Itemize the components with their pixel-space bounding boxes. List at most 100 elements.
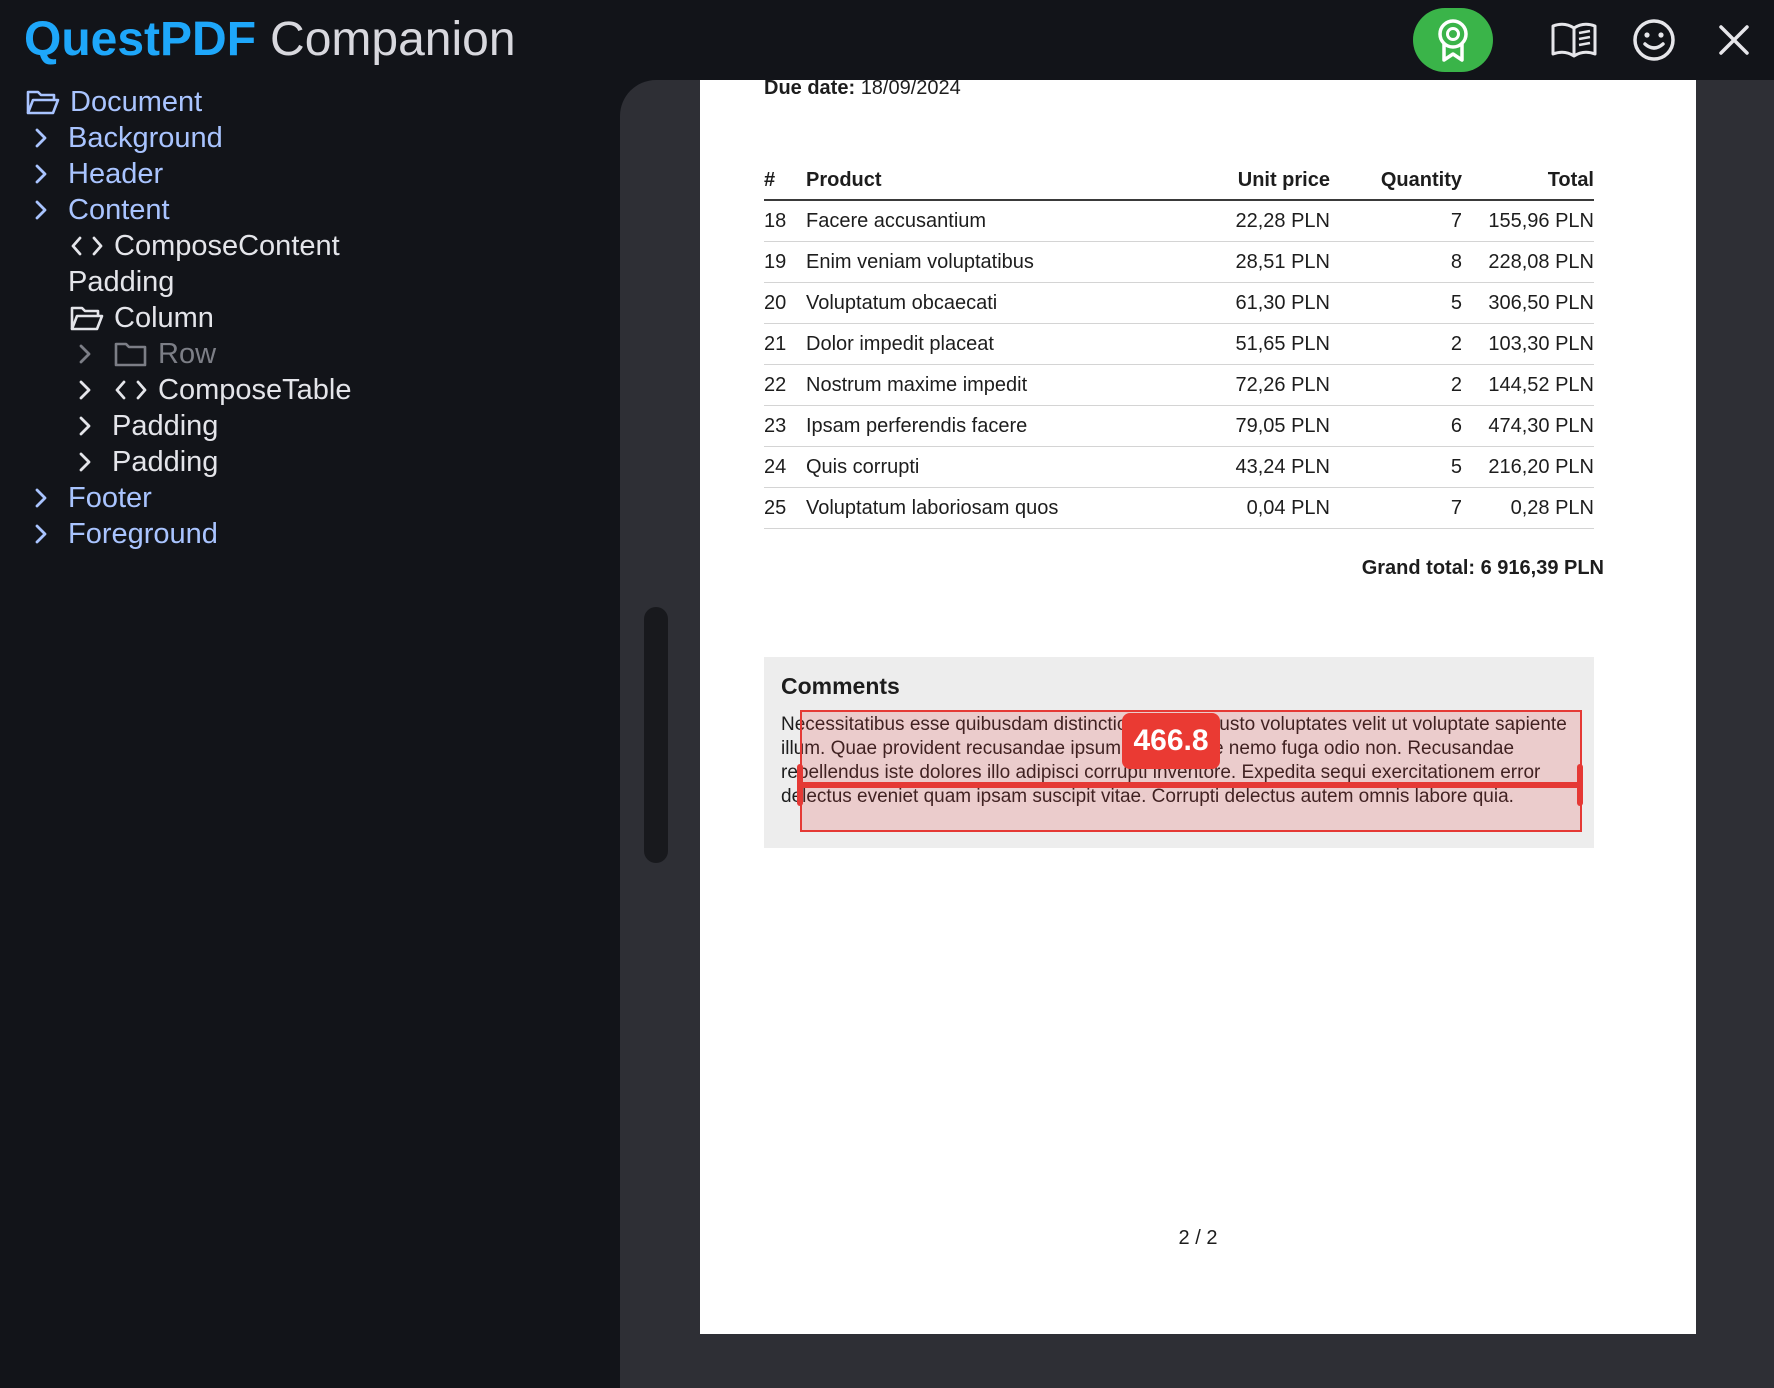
tree-item-document[interactable]: Document [26, 84, 202, 120]
cell-num: 18 [764, 210, 787, 232]
cell-unit-price: 79,05 PLN [1235, 415, 1330, 437]
license-button[interactable] [1413, 8, 1493, 72]
width-measure-badge: 466.8 [1122, 713, 1220, 769]
grand-total: Grand total: 6 916,39 PLN [1361, 557, 1604, 579]
due-date-value: 18/09/2024 [860, 80, 961, 99]
cell-product: Facere accusantium [806, 210, 987, 232]
tree-item-label: Padding [112, 445, 219, 478]
cell-product: Voluptatum obcaecati [806, 292, 998, 314]
tree-item-label: Padding [68, 265, 175, 298]
cell-total: 0,28 PLN [1510, 497, 1594, 519]
table-row: 22 Nostrum maxime impedit 72,26 PLN 2 14… [764, 365, 1594, 406]
cell-num: 25 [764, 497, 787, 519]
tree-item-foreground[interactable]: Foreground [34, 516, 218, 552]
cell-product: Nostrum maxime impedit [806, 374, 1028, 396]
cell-quantity: 8 [1450, 251, 1462, 273]
header-total: Total [1547, 169, 1594, 191]
measure-cap-left [797, 764, 803, 806]
tree-item-background[interactable]: Background [34, 120, 223, 156]
cell-num: 23 [764, 415, 787, 437]
table-row: 24 Quis corrupti 43,24 PLN 5 216,20 PLN [764, 447, 1594, 488]
tree-item-padding[interactable]: Padding [78, 408, 218, 444]
cell-quantity: 5 [1450, 292, 1462, 314]
cell-num: 19 [764, 251, 787, 273]
cell-unit-price: 51,65 PLN [1235, 333, 1330, 355]
tree-item-label: Content [68, 193, 170, 226]
companion-app: QuestPDF Companion Document Background H… [0, 0, 1774, 1388]
measure-cap-right [1577, 764, 1583, 806]
due-date: Due date: 18/09/2024 [764, 80, 961, 102]
tree-item-column[interactable]: Column [70, 300, 214, 336]
tree-item-header[interactable]: Header [34, 156, 163, 192]
cell-num: 21 [764, 333, 787, 355]
chevron-right-icon [78, 336, 104, 372]
feedback-button[interactable] [1622, 8, 1686, 72]
folder-open-icon [26, 84, 70, 120]
table-row: 23 Ipsam perferendis facere 79,05 PLN 6 … [764, 406, 1594, 447]
cell-total: 103,30 PLN [1488, 333, 1594, 355]
header-unit-price: Unit price [1237, 169, 1330, 191]
folder-icon [114, 336, 158, 372]
document-page: Due date: 18/09/2024 # Product Unit pric… [700, 80, 1696, 1334]
tree-item-label: Row [158, 337, 217, 370]
tree-item-label: Column [114, 301, 214, 334]
table-row: 20 Voluptatum obcaecati 61,30 PLN 5 306,… [764, 283, 1594, 324]
table-row: 18 Facere accusantium 22,28 PLN 7 155,96… [764, 201, 1594, 242]
tree-item-row[interactable]: Row [78, 336, 216, 372]
cell-unit-price: 61,30 PLN [1235, 292, 1330, 314]
close-button[interactable] [1702, 8, 1766, 72]
table-row: 25 Voluptatum laboriosam quos 0,04 PLN 7… [764, 488, 1594, 529]
cell-quantity: 6 [1450, 415, 1462, 437]
comments-title: Comments [781, 673, 900, 699]
award-ribbon-icon [1438, 19, 1468, 62]
tree-item-padding[interactable]: Padding [78, 444, 218, 480]
cell-product: Enim veniam voluptatibus [806, 251, 1034, 273]
documentation-button[interactable] [1542, 8, 1606, 72]
page-number: 2 / 2 [1178, 1227, 1218, 1249]
cell-unit-price: 72,26 PLN [1235, 374, 1330, 396]
cell-product: Quis corrupti [806, 456, 920, 478]
tree-item-label: Foreground [68, 517, 218, 550]
app-title: QuestPDF Companion [24, 10, 516, 70]
tree-item-composetable[interactable]: ComposeTable [78, 372, 351, 408]
tree-item-label: Footer [68, 481, 152, 514]
chevron-right-icon [78, 444, 104, 480]
chevron-right-icon [34, 120, 60, 156]
chevron-right-icon [78, 372, 104, 408]
cell-total: 228,08 PLN [1488, 251, 1594, 273]
chevron-right-icon [34, 156, 60, 192]
cell-total: 144,52 PLN [1488, 374, 1594, 396]
tree-item-composecontent[interactable]: ComposeContent [70, 228, 340, 264]
chevron-right-icon [34, 516, 60, 552]
tree-item-footer[interactable]: Footer [34, 480, 152, 516]
chevron-right-icon [34, 480, 60, 516]
header-product: Product [806, 169, 882, 191]
open-book-icon [1551, 22, 1597, 58]
cell-product: Ipsam perferendis facere [806, 415, 1028, 437]
tree-item-label: Background [68, 121, 223, 154]
smiley-face-icon [1633, 19, 1675, 61]
cell-quantity: 2 [1450, 333, 1462, 355]
table-row: 21 Dolor impedit placeat 51,65 PLN 2 103… [764, 324, 1594, 365]
tree-item-label: ComposeTable [158, 373, 352, 406]
cell-unit-price: 22,28 PLN [1235, 210, 1330, 232]
cell-total: 155,96 PLN [1488, 210, 1594, 232]
tree-item-padding[interactable]: Padding [68, 264, 174, 300]
table-header-row: # Product Unit price Quantity Total [764, 160, 1594, 201]
tree-item-content[interactable]: Content [34, 192, 170, 228]
cell-unit-price: 28,51 PLN [1235, 251, 1330, 273]
tree-item-label: Document [70, 85, 203, 118]
preview-scrollbar[interactable] [644, 607, 668, 863]
cell-quantity: 2 [1450, 374, 1462, 396]
cell-total: 474,30 PLN [1488, 415, 1594, 437]
tree-item-label: Header [68, 157, 164, 190]
title-bar: QuestPDF Companion [0, 0, 1774, 80]
cell-unit-price: 0,04 PLN [1246, 497, 1330, 519]
cell-quantity: 5 [1450, 456, 1462, 478]
folder-open-icon [70, 300, 114, 336]
cell-total: 306,50 PLN [1488, 292, 1594, 314]
chevron-right-icon [34, 192, 60, 228]
cell-total: 216,20 PLN [1488, 456, 1594, 478]
cell-product: Dolor impedit placeat [806, 333, 994, 355]
close-icon [1719, 25, 1749, 55]
